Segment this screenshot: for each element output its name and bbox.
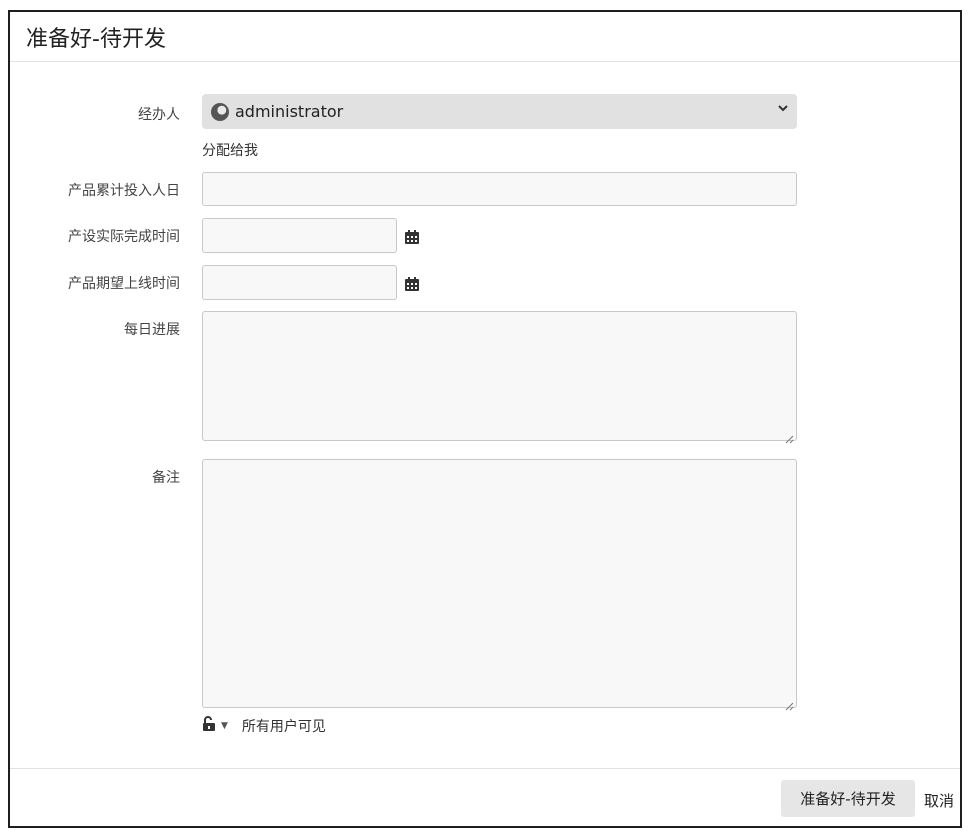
chevron-down-icon	[777, 102, 789, 118]
dialog-header: 准备好-待开发	[10, 12, 960, 62]
visibility-selector[interactable]: ▼ 所有用户可见	[202, 716, 326, 736]
actual-finish-date-input[interactable]	[202, 218, 397, 253]
cancel-link[interactable]: 取消	[924, 790, 954, 811]
assignee-select[interactable]: administrator	[202, 94, 797, 129]
assign-to-me-link[interactable]: 分配给我	[202, 140, 258, 160]
expected-launch-label: 产品期望上线时间	[68, 276, 180, 292]
remarks-textarea[interactable]	[202, 459, 797, 711]
resize-grip-icon[interactable]	[785, 696, 794, 711]
dialog-title: 准备好-待开发	[26, 26, 166, 52]
unlock-icon	[202, 716, 216, 736]
assignee-label: 经办人	[138, 107, 180, 123]
expected-launch-date-input[interactable]	[202, 265, 397, 300]
calendar-icon[interactable]	[404, 277, 420, 292]
assignee-value: administrator	[235, 102, 344, 121]
daily-progress-label: 每日进展	[124, 322, 180, 338]
visibility-text: 所有用户可见	[241, 719, 326, 735]
daily-progress-textarea[interactable]	[202, 311, 797, 444]
man-days-input[interactable]	[202, 172, 797, 206]
user-avatar-icon	[211, 102, 229, 121]
actual-finish-label: 产设实际完成时间	[68, 229, 180, 245]
man-days-label: 产品累计投入人日	[68, 183, 180, 199]
remarks-label: 备注	[152, 470, 180, 486]
calendar-icon[interactable]	[404, 230, 420, 245]
submit-transition-button[interactable]: 准备好-待开发	[781, 780, 915, 817]
caret-down-icon: ▼	[221, 721, 228, 731]
resize-grip-icon[interactable]	[785, 429, 794, 444]
dialog-footer-divider	[10, 768, 960, 769]
transition-dialog: 准备好-待开发 经办人 administrator 分配给我 产品累计投入人日 …	[8, 10, 962, 828]
